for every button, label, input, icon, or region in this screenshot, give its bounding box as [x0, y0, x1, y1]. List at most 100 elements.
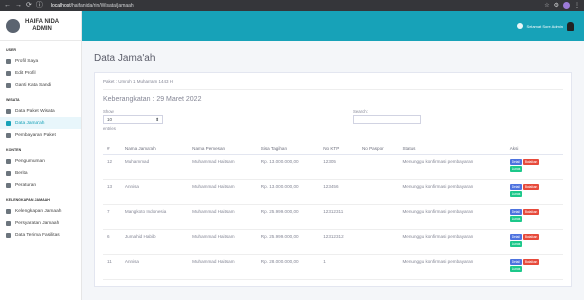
sidebar-item[interactable]: Persyaratan Jamaah — [0, 217, 81, 229]
sidebar-item-label: Berita — [15, 170, 28, 176]
entries-value: 10 — [107, 117, 113, 122]
sidebar-item[interactable]: Pengumuman — [0, 155, 81, 167]
column-header[interactable]: Status — [398, 137, 506, 155]
sidebar-item[interactable]: Pembayaran Paket — [0, 129, 81, 141]
column-header[interactable]: Aksi — [505, 137, 563, 155]
notification-icon[interactable] — [516, 23, 523, 29]
column-header[interactable]: No Paspor — [357, 137, 399, 155]
sidebar-item-label: Data Paket Wisata — [15, 108, 55, 114]
sidebar: HAIFA NIDA ADMIN USER Profil Saya Edit Pro… — [0, 11, 82, 300]
table-row: 13 Annisa Muhammad Haitsam Rp. 13.000.000,0… — [103, 179, 563, 205]
cell-actions: Detail Batalkan Lunas — [505, 154, 563, 180]
cancel-button[interactable]: Batalkan — [522, 233, 540, 240]
cell-ktp: 12312312 — [319, 229, 358, 255]
sidebar-item-label: Pembayaran Paket — [15, 132, 56, 138]
table-row: 7 Mangkoto Indonesia Muhammad Haitsam Rp. 2… — [103, 204, 563, 230]
paid-button[interactable]: Lunas — [509, 165, 523, 172]
cancel-button[interactable]: Batalkan — [522, 183, 540, 190]
sidebar-item[interactable]: Data Jama'ah — [0, 117, 81, 129]
sidebar-section-title: KELENGKAPAN JAMAAH — [6, 198, 50, 202]
news-icon — [6, 170, 11, 176]
show-label: Show — [103, 109, 114, 114]
cell-status: Menunggu konfirmasi pembayaran — [398, 154, 506, 180]
sidebar-item[interactable]: Edit Profil — [0, 67, 81, 79]
sidebar-item[interactable]: Kelengkapan Jamaah — [0, 205, 81, 217]
sidebar-item[interactable]: Data Paket Wisata — [0, 105, 81, 117]
cell-sisa: Rp. 25.999.000,00 — [256, 229, 320, 255]
info-icon[interactable]: ⓘ — [36, 0, 43, 11]
paid-button[interactable]: Lunas — [509, 190, 523, 197]
table-row: 6 Jumahid Habib Muhammad Haitsam Rp. 25.999… — [103, 229, 563, 255]
sidebar-item-label: Persyaratan Jamaah — [15, 220, 60, 226]
detail-button[interactable]: Detail — [509, 183, 522, 190]
brand[interactable]: HAIFA NIDA ADMIN — [0, 11, 81, 41]
list-icon — [6, 208, 11, 214]
cell-pemesan: Muhammad Haitsam — [188, 154, 257, 180]
address-bar[interactable]: localhost/haifanida/rin/Wisata/jamaah — [51, 3, 540, 9]
cancel-button[interactable]: Batalkan — [522, 208, 540, 215]
sidebar-item[interactable]: Ganti Kata Sandi — [0, 79, 81, 91]
cell-nama: Annisa — [120, 179, 189, 205]
cell-nama: Annisa — [120, 254, 189, 280]
column-header[interactable]: # — [103, 137, 121, 155]
table-row: 12 Muhammad Muhammad Haitsam Rp. 13.000.000… — [103, 154, 563, 180]
url-host: localhost — [50, 2, 71, 9]
cancel-button[interactable]: Batalkan — [522, 158, 540, 165]
star-icon[interactable]: ☆ — [544, 2, 549, 9]
column-header[interactable]: Nama Jama'ah — [120, 137, 189, 155]
page-title: Data Jama'ah — [94, 53, 156, 64]
greeting: Selamat Sore Admin — [526, 23, 563, 29]
column-header[interactable]: Sisa Tagihan — [256, 137, 320, 155]
forward-icon[interactable]: → — [15, 0, 22, 11]
sidebar-item[interactable]: Profil Saya — [0, 55, 81, 67]
cancel-button[interactable]: Batalkan — [522, 258, 540, 265]
search-input[interactable] — [353, 115, 421, 124]
detail-button[interactable]: Detail — [509, 158, 522, 165]
detail-button[interactable]: Detail — [509, 233, 522, 240]
menu-icon[interactable]: ⋮ — [574, 2, 580, 9]
sidebar-menu: USER Profil Saya Edit Profil Ganti Kata San… — [0, 41, 81, 241]
chevron-down-icon: ⬍ — [155, 116, 159, 122]
column-header[interactable]: Nama Pemesan — [188, 137, 257, 155]
data-card: Paket : Umroh 1 Muharram 1443 H Keberang… — [94, 72, 572, 287]
back-icon[interactable]: ← — [4, 0, 11, 11]
cell-paspor — [357, 254, 399, 280]
sidebar-item-label: Data Jama'ah — [15, 120, 45, 126]
cell-pemesan: Muhammad Haitsam — [188, 254, 257, 280]
cell-actions: Detail Batalkan Lunas — [505, 179, 563, 205]
cell-nama: Mangkoto Indonesia — [120, 204, 189, 230]
detail-button[interactable]: Detail — [509, 258, 522, 265]
paid-button[interactable]: Lunas — [509, 215, 523, 222]
detail-button[interactable]: Detail — [509, 208, 522, 215]
cell-pemesan: Muhammad Haitsam — [188, 179, 257, 205]
rules-icon — [6, 182, 11, 188]
jamaah-table: # Nama Jama'ah Nama Pemesan Sisa Tagihan No … — [103, 137, 563, 280]
money-icon — [6, 132, 11, 138]
brand-line2: ADMIN — [32, 25, 52, 32]
paid-button[interactable]: Lunas — [509, 240, 523, 247]
sidebar-section-title: WISATA — [6, 98, 20, 102]
sidebar-item[interactable]: Berita — [0, 167, 81, 179]
avatar[interactable] — [567, 21, 574, 31]
check-icon — [6, 232, 11, 238]
sidebar-item[interactable]: Peraturan — [0, 179, 81, 191]
table-header: # Nama Jama'ah Nama Pemesan Sisa Tagihan No … — [103, 137, 563, 155]
cell-paspor — [357, 154, 399, 180]
sidebar-item-label: Pengumuman — [15, 158, 45, 164]
column-header[interactable]: No KTP — [319, 137, 358, 155]
sidebar-item[interactable]: Data Terima Fasilitas — [0, 229, 81, 241]
logo-icon — [6, 18, 20, 33]
entries-select[interactable]: 10 ⬍ — [103, 115, 163, 124]
cell-nama: Muhammad — [120, 154, 189, 180]
reload-icon[interactable]: ⟳ — [26, 0, 32, 11]
profile-icon[interactable] — [563, 2, 570, 9]
cell-sisa: Rp. 13.000.000,00 — [256, 154, 320, 180]
cell-paspor — [357, 179, 399, 205]
paid-button[interactable]: Lunas — [509, 265, 523, 272]
cell-sisa: Rp. 25.999.000,00 — [256, 204, 320, 230]
cell-ktp: 12305 — [319, 154, 358, 180]
cell-no: 6 — [103, 229, 121, 255]
cell-status: Menunggu konfirmasi pembayaran — [398, 179, 506, 205]
cell-nama: Jumahid Habib — [120, 229, 189, 255]
extensions-icon[interactable]: ⚙ — [554, 2, 559, 9]
